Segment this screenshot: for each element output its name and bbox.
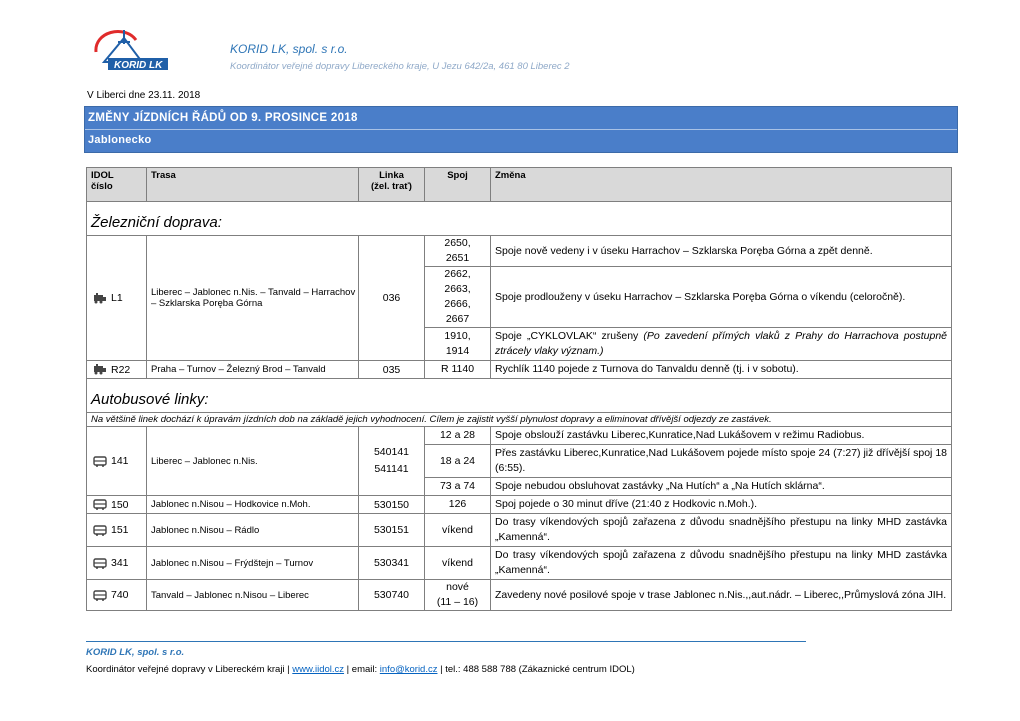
linka-cell: 530740 <box>358 579 425 611</box>
trasa-cell: Tanvald – Jablonec n.Nisou – Liberec <box>146 579 359 611</box>
bus-icon <box>93 525 107 536</box>
zmena-cell: Spoje prodlouženy v úseku Harrachov – Sz… <box>490 266 952 328</box>
spoj-cell: R 1140 <box>424 360 491 379</box>
website-link[interactable]: www.iidol.cz <box>292 664 344 675</box>
banner-divider <box>85 129 957 130</box>
zmena-cell: Spoje „CYKLOVLAK“ zrušeny (Po zavedení p… <box>490 327 952 361</box>
table-row: 141 Liberec – Jablonec n.Nis. 540141 541… <box>86 426 952 496</box>
trasa-cell: Praha – Turnov – Železný Brod – Tanvald <box>146 360 359 379</box>
idol-cell: 341 <box>86 546 147 580</box>
spoj-cell: 2662, 2663, 2666, 2667 <box>424 266 491 328</box>
header-spoj: Spoj <box>424 167 491 202</box>
train-icon <box>94 292 106 304</box>
page-title: ZMĚNY JÍZDNÍCH ŘÁDŮ OD 9. PROSINCE 2018 <box>88 112 358 124</box>
header-zmena: Změna <box>490 167 952 202</box>
linka-cell: 530341 <box>358 546 425 580</box>
zmena-cell: Do trasy víkendových spojů zařazena z dů… <box>490 546 952 580</box>
footer-contact: Koordinátor veřejné dopravy v Libereckém… <box>86 664 635 675</box>
linka-cell: 530151 <box>358 513 425 547</box>
zmena-cell: Rychlík 1140 pojede z Turnova do Tanvald… <box>490 360 952 379</box>
idol-cell: 150 <box>86 495 147 514</box>
document-date: V Liberci dne 23.11. 2018 <box>87 90 201 101</box>
idol-cell: 151 <box>86 513 147 547</box>
section-bus: Autobusové linky: <box>86 378 952 413</box>
title-banner: ZMĚNY JÍZDNÍCH ŘÁDŮ OD 9. PROSINCE 2018 … <box>84 106 958 153</box>
idol-cell: L1 <box>86 235 147 361</box>
linka-cell: 530150 <box>358 495 425 514</box>
section-rail: Železniční doprava: <box>86 201 952 236</box>
trasa-cell: Jablonec n.Nisou – Frýdštejn – Turnov <box>146 546 359 580</box>
header-idol: IDOL číslo <box>86 167 147 202</box>
korid-logo: KORID LK <box>94 30 168 71</box>
linka-cell: 540141 541141 <box>358 426 425 496</box>
zmena-cell: Spoj pojede o 30 minut dříve (21:40 z Ho… <box>490 495 952 514</box>
bus-icon <box>93 456 107 467</box>
zmena-cell: Zavedeny nové posilové spoje v trase Jab… <box>490 579 952 611</box>
spoj-cell: 12 a 28 <box>424 426 491 445</box>
company-name: KORID LK, spol. s r.o. <box>230 42 348 56</box>
changes-table: IDOL číslo Trasa Linka (žel. trať) Spoj Zm… <box>86 167 952 611</box>
bus-note: Na většině linek dochází k úpravám jízdn… <box>86 412 952 427</box>
spoj-cell: 1910, 1914 <box>424 327 491 361</box>
idol-cell: R22 <box>86 360 147 379</box>
spoj-cell: 18 a 24 <box>424 444 491 478</box>
table-row: 151 Jablonec n.Nisou – Rádlo 530151 víke… <box>86 513 952 547</box>
zmena-cell: Spoje nově vedeny i v úseku Harrachov – … <box>490 235 952 267</box>
logo-text: KORID LK <box>114 60 163 71</box>
email-link[interactable]: info@korid.cz <box>380 664 438 675</box>
spoj-cell: 126 <box>424 495 491 514</box>
table-row: 740 Tanvald – Jablonec n.Nisou – Liberec… <box>86 579 952 611</box>
trasa-cell: Jablonec n.Nisou – Rádlo <box>146 513 359 547</box>
trasa-cell: Liberec – Jablonec n.Nis. – Tanvald – Ha… <box>146 235 359 361</box>
spoj-cell: víkend <box>424 513 491 547</box>
spoj-cell: 73 a 74 <box>424 477 491 496</box>
table-row: 150 Jablonec n.Nisou – Hodkovice n.Moh. … <box>86 495 952 514</box>
zmena-cell: Spoje obslouží zastávku Liberec,Kunratic… <box>490 426 952 445</box>
bus-icon <box>93 590 107 601</box>
linka-cell: 035 <box>358 360 425 379</box>
trasa-cell: Jablonec n.Nisou – Hodkovice n.Moh. <box>146 495 359 514</box>
bus-icon <box>93 499 107 511</box>
header-linka: Linka (žel. trať) <box>358 167 425 202</box>
footer-company: KORID LK, spol. s r.o. <box>86 647 185 658</box>
spoj-cell: 2650, 2651 <box>424 235 491 267</box>
table-row: L1 Liberec – Jablonec n.Nis. – Tanvald –… <box>86 235 952 361</box>
table-row: R22 Praha – Turnov – Železný Brod – Tanv… <box>86 360 952 379</box>
zmena-cell: Spoje nebudou obsluhovat zastávky „Na Hu… <box>490 477 952 496</box>
train-icon <box>94 364 106 375</box>
company-address: Koordinátor veřejné dopravy Libereckého … <box>230 61 570 72</box>
idol-cell: 141 <box>86 426 147 496</box>
table-header-row: IDOL číslo Trasa Linka (žel. trať) Spoj Zm… <box>86 167 952 202</box>
bus-icon <box>93 558 107 569</box>
zmena-cell: Přes zastávku Liberec,Kunratice,Nad Luká… <box>490 444 952 478</box>
header-trasa: Trasa <box>146 167 359 202</box>
trasa-cell: Liberec – Jablonec n.Nis. <box>146 426 359 496</box>
region-subtitle: Jablonecko <box>88 134 152 146</box>
spoj-cell: nové (11 – 16) <box>424 579 491 611</box>
zmena-cell: Do trasy víkendových spojů zařazena z dů… <box>490 513 952 547</box>
linka-cell: 036 <box>358 235 425 361</box>
idol-cell: 740 <box>86 579 147 611</box>
spoj-cell: víkend <box>424 546 491 580</box>
table-row: 341 Jablonec n.Nisou – Frýdštejn – Turno… <box>86 546 952 580</box>
footer-divider <box>86 641 806 642</box>
